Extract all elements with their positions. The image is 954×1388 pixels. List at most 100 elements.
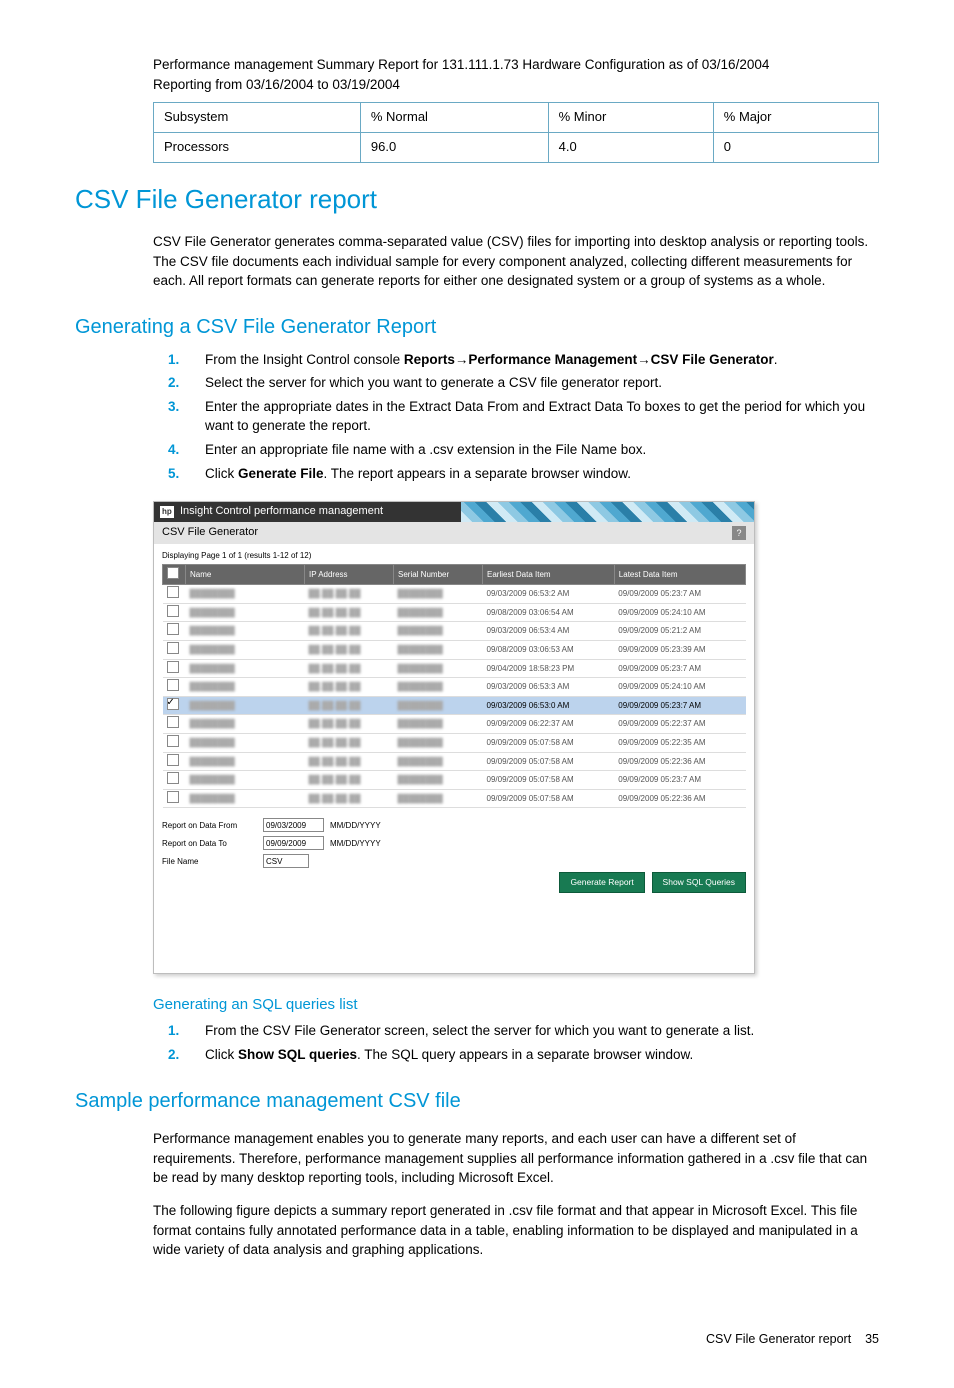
table-row[interactable]: ██████████.██.██.██████████09/09/2009 05…: [163, 752, 746, 771]
date-to-input[interactable]: [263, 836, 324, 850]
cell-serial: ████████: [398, 738, 443, 747]
paging-text: Displaying Page 1 of 1 (results 1-12 of …: [162, 550, 746, 562]
cell-ip: ██.██.██.██: [309, 608, 361, 617]
table-row[interactable]: ██████████.██.██.██████████09/08/2009 03…: [163, 640, 746, 659]
select-all-checkbox[interactable]: [167, 567, 179, 579]
cell-latest: 09/09/2009 05:22:37 AM: [614, 715, 745, 734]
cell-earliest: 09/09/2009 06:22:37 AM: [483, 715, 615, 734]
cell-earliest: 09/09/2009 05:07:58 AM: [483, 733, 615, 752]
cell-latest: 09/09/2009 05:24:10 AM: [614, 603, 745, 622]
cell-latest: 09/09/2009 05:23:7 AM: [614, 585, 745, 604]
table-row[interactable]: ██████████.██.██.██████████09/09/2009 05…: [163, 733, 746, 752]
cell-ip: ██.██.██.██: [309, 682, 361, 691]
cell-ip: ██.██.██.██: [309, 589, 361, 598]
help-icon[interactable]: ?: [732, 526, 746, 540]
cell-ip: ██.██.██.██: [309, 626, 361, 635]
cell-name: ████████: [190, 719, 235, 728]
cell-latest: 09/09/2009 05:22:36 AM: [614, 789, 745, 808]
row-checkbox[interactable]: [167, 735, 179, 747]
sample-p1: Performance management enables you to ge…: [153, 1129, 879, 1188]
cell-earliest: 09/09/2009 05:07:58 AM: [483, 752, 615, 771]
row-checkbox[interactable]: [167, 679, 179, 691]
cell-ip: ██.██.██.██: [309, 664, 361, 673]
cell-earliest: 09/03/2009 06:53:4 AM: [483, 622, 615, 641]
to-hint: MM/DD/YYYY: [330, 838, 381, 850]
cell-name: ████████: [190, 775, 235, 784]
show-sql-button[interactable]: Show SQL Queries: [652, 872, 746, 892]
step-4: Enter an appropriate file name with a .c…: [183, 440, 879, 460]
cell-ip: ██.██.██.██: [309, 757, 361, 766]
cell-earliest: 09/04/2009 18:58:23 PM: [483, 659, 615, 678]
cell-earliest: 09/03/2009 06:53:0 AM: [483, 696, 615, 715]
cell-latest: 09/09/2009 05:22:36 AM: [614, 752, 745, 771]
table-row[interactable]: ████████ ██.██.██.██ ████████ 09/04/2009 18…: [163, 659, 746, 678]
col-earliest[interactable]: Earliest Data Item: [483, 564, 615, 585]
table-row[interactable]: ██████████.██.██.██████████09/03/2009 06…: [163, 696, 746, 715]
cell-earliest: 09/09/2009 05:07:58 AM: [483, 789, 615, 808]
table-row[interactable]: ██████████.██.██.██████████09/03/2009 06…: [163, 622, 746, 641]
panel-title: CSV File Generator: [162, 525, 258, 541]
cell-name: ████████: [190, 664, 235, 673]
table-row[interactable]: ██████████.██.██.██████████09/03/2009 06…: [163, 585, 746, 604]
cell-latest: 09/09/2009 05:24:10 AM: [614, 678, 745, 697]
heading-generating-csv: Generating a CSV File Generator Report: [75, 313, 879, 342]
cell-serial: ████████: [398, 701, 443, 710]
table-row[interactable]: ██████████.██.██.██████████09/09/2009 06…: [163, 715, 746, 734]
cell-serial: ████████: [398, 682, 443, 691]
heading-sample-csv: Sample performance management CSV file: [75, 1087, 879, 1116]
csv-generator-screenshot: Insight Control performance management C…: [153, 501, 755, 974]
row-checkbox[interactable]: [167, 791, 179, 803]
cell-latest: 09/09/2009 05:22:35 AM: [614, 733, 745, 752]
col-name[interactable]: Name: [186, 564, 305, 585]
cell-serial: ████████: [398, 608, 443, 617]
cell-name: ████████: [190, 757, 235, 766]
intro-text: Performance management Summary Report fo…: [153, 55, 879, 94]
heading-sql-list: Generating an SQL queries list: [153, 994, 879, 1016]
col-serial[interactable]: Serial Number: [394, 564, 483, 585]
generate-report-button[interactable]: Generate Report: [559, 872, 644, 892]
page-footer: CSV File Generator report 35: [75, 1330, 879, 1348]
sql-step-2: Click Show SQL queries. The SQL query ap…: [183, 1045, 879, 1065]
row-checkbox[interactable]: [167, 586, 179, 598]
row-checkbox[interactable]: [167, 642, 179, 654]
table-row[interactable]: ██████████.██.██.██████████09/09/2009 05…: [163, 771, 746, 790]
cell-serial: ████████: [398, 794, 443, 803]
cell-name: ████████: [190, 794, 235, 803]
col-ip[interactable]: IP Address: [305, 564, 394, 585]
cell-name: ████████: [190, 738, 235, 747]
heading-csv-report: CSV File Generator report: [75, 181, 879, 219]
cell-earliest: 09/09/2009 05:07:58 AM: [483, 771, 615, 790]
from-label: Report on Data From: [162, 820, 257, 832]
date-from-input[interactable]: [263, 818, 324, 832]
table-row[interactable]: ██████████.██.██.██████████09/03/2009 06…: [163, 678, 746, 697]
cell-latest: 09/09/2009 05:23:7 AM: [614, 659, 745, 678]
row-checkbox[interactable]: [167, 698, 179, 710]
row-checkbox[interactable]: [167, 754, 179, 766]
to-label: Report on Data To: [162, 838, 257, 850]
cell-earliest: 09/08/2009 03:06:53 AM: [483, 640, 615, 659]
cell-serial: ████████: [398, 719, 443, 728]
cell-ip: ██.██.██.██: [309, 775, 361, 784]
cell-latest: 09/09/2009 05:23:39 AM: [614, 640, 745, 659]
row-checkbox[interactable]: [167, 772, 179, 784]
cell-serial: ████████: [398, 626, 443, 635]
row-checkbox[interactable]: [167, 623, 179, 635]
cell-name: ████████: [190, 589, 235, 598]
steps-list-2: From the CSV File Generator screen, sele…: [153, 1021, 879, 1064]
table-row[interactable]: ██████████.██.██.██████████09/09/2009 05…: [163, 789, 746, 808]
summary-table: Subsystem % Normal % Minor % Major Proce…: [153, 102, 879, 163]
csv-intro-paragraph: CSV File Generator generates comma-separ…: [153, 232, 879, 291]
cell-name: ████████: [190, 645, 235, 654]
table-row[interactable]: ██████████.██.██.██████████09/08/2009 03…: [163, 603, 746, 622]
row-checkbox[interactable]: [167, 605, 179, 617]
step-2: Select the server for which you want to …: [183, 373, 879, 393]
app-title: Insight Control performance management: [180, 504, 383, 520]
row-checkbox[interactable]: [167, 661, 179, 673]
filename-input[interactable]: [263, 854, 309, 868]
cell-latest: 09/09/2009 05:23:7 AM: [614, 771, 745, 790]
row-checkbox[interactable]: [167, 716, 179, 728]
col-latest[interactable]: Latest Data Item: [614, 564, 745, 585]
cell-earliest: 09/08/2009 03:06:54 AM: [483, 603, 615, 622]
cell-serial: ████████: [398, 664, 443, 673]
step-3: Enter the appropriate dates in the Extra…: [183, 397, 879, 436]
